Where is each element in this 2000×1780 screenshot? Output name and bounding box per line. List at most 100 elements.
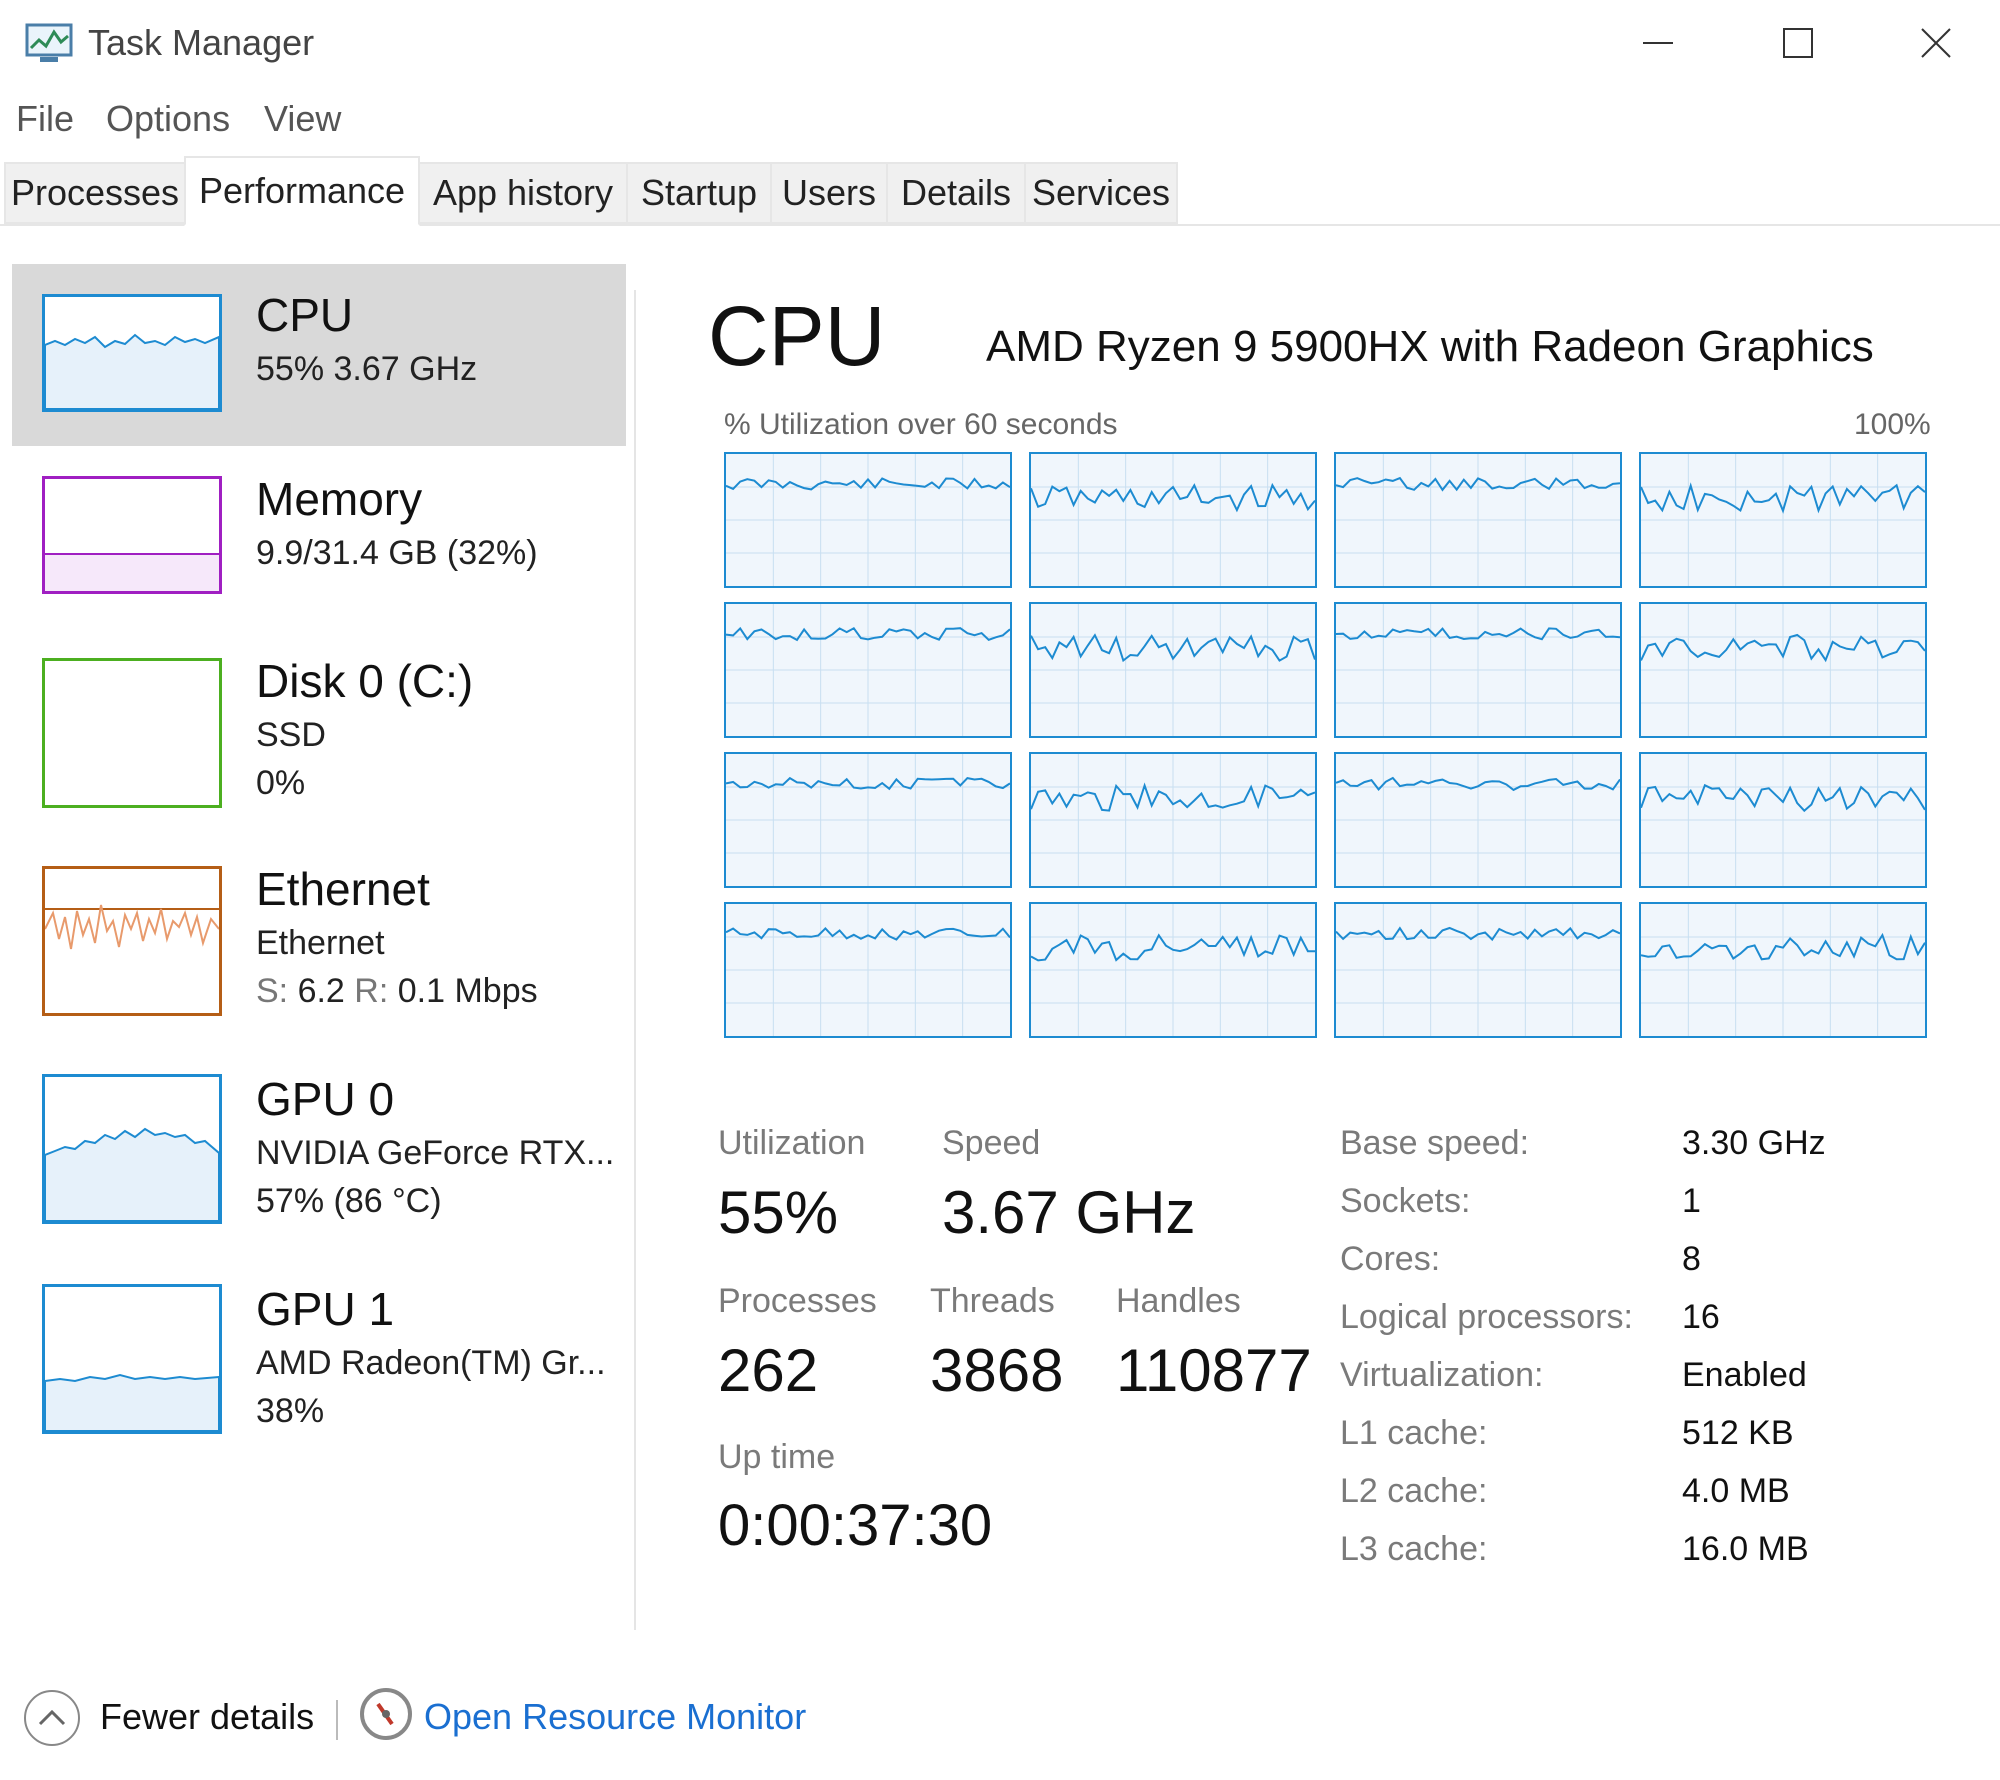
logical-processor-graph [1334,752,1622,888]
threads-value: 3868 [930,1337,1064,1404]
menu-view[interactable]: View [264,98,341,140]
logical-processor-graph [1639,602,1927,738]
resource-item-disk[interactable]: Disk 0 (C:) SSD 0% [12,628,626,810]
chevron-up-icon[interactable] [24,1690,80,1746]
resource-item-memory[interactable]: Memory 9.9/31.4 GB (32%) [12,446,626,628]
resource-item-ethernet[interactable]: Ethernet Ethernet S: 6.2 R: 0.1 Mbps [12,838,626,1038]
processes-label: Processes [718,1282,877,1320]
logical-processor-graph [1334,602,1622,738]
open-resource-monitor-link[interactable]: Open Resource Monitor [424,1696,806,1738]
speed-label: Speed [942,1124,1041,1162]
utilization-label: Utilization [718,1124,866,1162]
resource-detail: NVIDIA GeForce RTX... [256,1134,615,1172]
spec-value: 1 [1682,1182,1701,1220]
spec-label: L3 cache: [1340,1530,1488,1568]
maximize-button[interactable] [1728,0,1868,86]
logical-processor-graph [724,602,1012,738]
resource-item-gpu0[interactable]: GPU 0 NVIDIA GeForce RTX... 57% (86 °C) [12,1048,626,1248]
close-button[interactable] [1866,0,2000,86]
resource-name: GPU 0 [256,1073,395,1125]
memory-thumbnail-graph [42,476,222,594]
logical-processor-graph [1029,602,1317,738]
ethernet-throughput: S: 6.2 R: 0.1 Mbps [256,972,538,1011]
resource-name: Disk 0 (C:) [256,655,474,707]
tab-services[interactable]: Services [1024,162,1178,224]
footer-separator [336,1700,338,1740]
logical-processor-graph [1029,902,1317,1038]
spec-value: 4.0 MB [1682,1472,1790,1510]
task-manager-icon [25,23,73,62]
resource-item-gpu1[interactable]: GPU 1 AMD Radeon(TM) Gr... 38% [12,1258,626,1458]
tab-performance[interactable]: Performance [184,156,420,226]
cpu-thumbnail-graph [42,294,222,412]
memory-usage-fill [45,553,219,591]
spec-value: 16 [1682,1298,1720,1336]
resource-monitor-icon[interactable] [360,1688,412,1740]
resource-detail: 57% (86 °C) [256,1182,442,1220]
send-label: S: [256,972,289,1010]
resource-detail: 0% [256,764,306,802]
window-title: Task Manager [88,22,315,63]
resource-detail: SSD [256,716,326,754]
resource-detail: Ethernet [256,924,385,962]
tab-app-history[interactable]: App history [418,162,628,224]
spec-label: L2 cache: [1340,1472,1488,1510]
tab-details[interactable]: Details [886,162,1026,224]
logical-processor-graph [1639,752,1927,888]
spec-label: Base speed: [1340,1124,1530,1162]
logical-processor-graph [724,752,1012,888]
logical-processor-graph [1029,752,1317,888]
resource-name: Ethernet [256,863,430,915]
send-value: 6.2 [297,972,345,1010]
fewer-details-button[interactable]: Fewer details [100,1696,314,1738]
utilization-value: 55% [718,1179,839,1246]
spec-value: Enabled [1682,1356,1807,1394]
spec-label: Virtualization: [1340,1356,1544,1394]
resource-detail: 38% [256,1392,325,1430]
resource-name: GPU 1 [256,1283,395,1335]
resource-detail: 9.9/31.4 GB (32%) [256,534,538,572]
maximize-icon [1783,28,1813,58]
threads-label: Threads [930,1282,1055,1320]
graph-caption: % Utilization over 60 seconds [724,408,1118,441]
gpu0-thumbnail-graph [42,1074,222,1224]
logical-processor-graph [1639,452,1927,588]
resource-name: CPU [256,289,354,341]
resource-detail: AMD Radeon(TM) Gr... [256,1344,606,1382]
disk-thumbnail-graph [42,658,222,808]
logical-processor-graph [724,902,1012,1038]
uptime-label: Up time [718,1438,836,1476]
resource-item-cpu[interactable]: CPU 55% 3.67 GHz [12,264,626,446]
processes-value: 262 [718,1337,819,1404]
spec-label: L1 cache: [1340,1414,1488,1452]
minimize-button[interactable] [1588,0,1728,86]
menu-file[interactable]: File [16,98,74,140]
logical-processor-graph [1334,902,1622,1038]
logical-processor-graph [1639,902,1927,1038]
panel-divider [634,290,636,1630]
handles-label: Handles [1116,1282,1241,1320]
resource-name: Memory [256,473,423,525]
ethernet-thumbnail-graph [42,866,222,1016]
tab-users[interactable]: Users [770,162,888,224]
receive-label: R: [354,972,389,1010]
receive-value: 0.1 Mbps [397,972,538,1010]
spec-label: Cores: [1340,1240,1441,1278]
graph-max-label: 100% [1854,408,1931,441]
speed-value: 3.67 GHz [942,1179,1196,1246]
spec-value: 8 [1682,1240,1701,1278]
menu-options[interactable]: Options [106,98,230,140]
tab-processes[interactable]: Processes [4,162,186,224]
logical-processor-graph [1029,452,1317,588]
resource-detail: 55% 3.67 GHz [256,350,478,388]
spec-label: Logical processors: [1340,1298,1633,1336]
cpu-model-name: AMD Ryzen 9 5900HX with Radeon Graphics [986,322,1874,371]
spec-value: 3.30 GHz [1682,1124,1826,1162]
minimize-icon [1643,42,1673,44]
spec-label: Sockets: [1340,1182,1471,1220]
spec-value: 16.0 MB [1682,1530,1809,1568]
close-icon [1921,28,1951,58]
uptime-value: 0:00:37:30 [718,1493,993,1558]
logical-processor-graph [724,452,1012,588]
tab-startup[interactable]: Startup [626,162,772,224]
